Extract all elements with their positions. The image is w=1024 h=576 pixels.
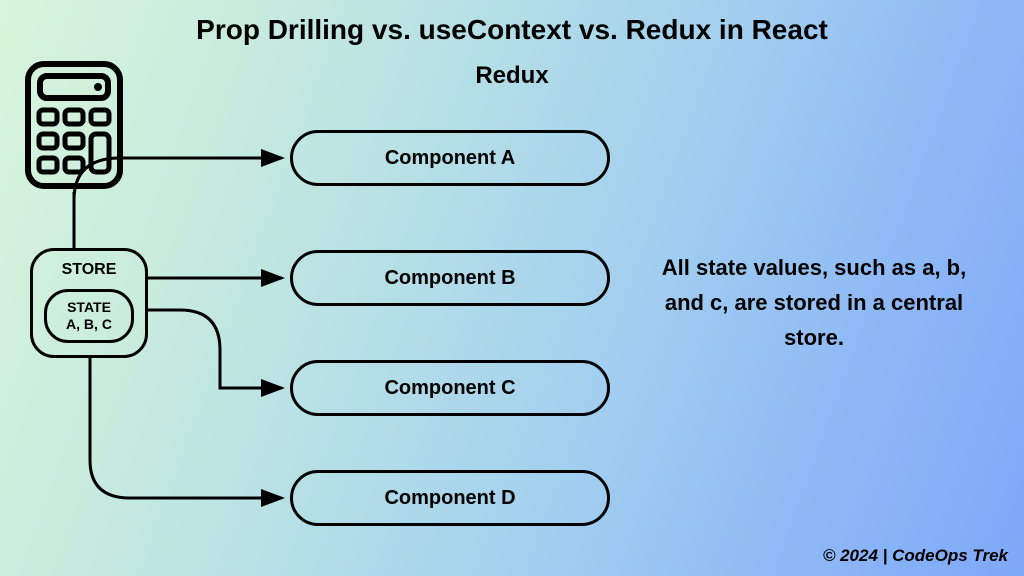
state-pill: STATE A, B, C: [44, 289, 134, 343]
calculator-icon: [24, 60, 124, 195]
component-b-label: Component B: [384, 267, 515, 290]
description-text: All state values, such as a, b, and c, a…: [654, 250, 974, 356]
footer-credit: © 2024 | CodeOps Trek: [823, 546, 1008, 566]
component-d-label: Component D: [384, 487, 515, 510]
component-b-box: Component B: [290, 250, 610, 306]
state-values: A, B, C: [66, 316, 112, 334]
store-label: STORE: [62, 261, 117, 279]
page-title: Prop Drilling vs. useContext vs. Redux i…: [0, 14, 1024, 46]
component-a-box: Component A: [290, 130, 610, 186]
component-d-box: Component D: [290, 470, 610, 526]
component-a-label: Component A: [385, 147, 515, 170]
section-subtitle: Redux: [0, 62, 1024, 90]
component-c-label: Component C: [384, 377, 515, 400]
component-c-box: Component C: [290, 360, 610, 416]
store-box: STORE STATE A, B, C: [30, 248, 148, 358]
state-label: STATE: [67, 299, 111, 317]
